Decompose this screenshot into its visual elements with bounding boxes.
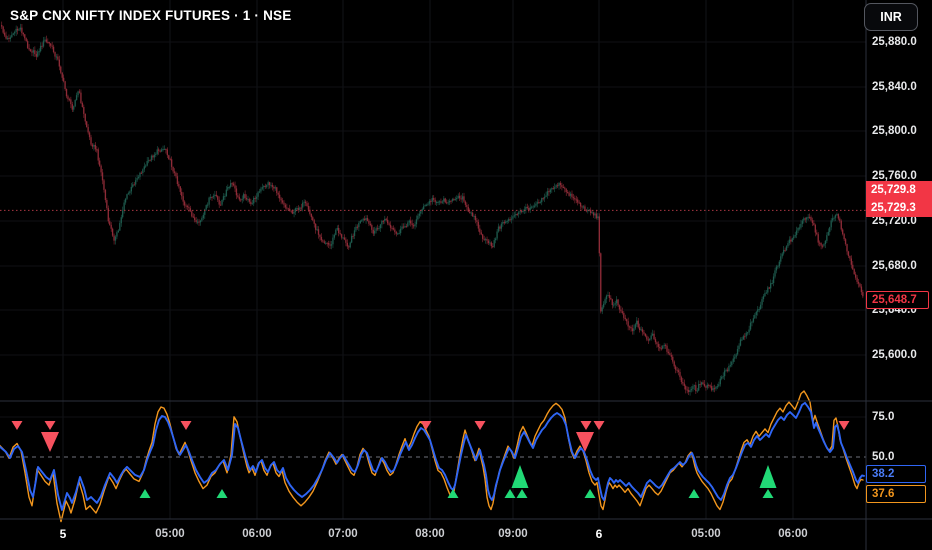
buy-marker [216,489,228,498]
buy-marker [504,489,516,498]
sell-marker [44,421,56,430]
candlestick-layer [1,21,864,396]
sell-marker [474,421,486,430]
symbol-title[interactable]: S&P CNX NIFTY INDEX FUTURES · 1 · NSE [10,8,291,23]
chart-canvas[interactable] [0,0,932,550]
time-axis-label: 05:00 [155,528,185,540]
buy-marker [511,465,529,488]
currency-button[interactable]: INR [864,3,918,31]
time-axis-label: 06:00 [778,528,808,540]
sell-marker [580,421,592,430]
rsi-value-tag: 38.2 [866,465,926,483]
sell-marker [41,432,59,452]
time-axis-label: 09:00 [498,528,528,540]
rsi-ma-value-tag: 37.6 [866,485,926,503]
rsi-ma-line [0,390,864,523]
time-axis[interactable]: 5 05:00 06:00 07:00 08:00 09:00 6 05:00 06:00 [0,519,932,550]
price-axis-label: 25,880.0 [872,36,917,48]
last-price-tag: 25,648.7 [866,291,929,309]
price-axis-label: 25,800.0 [872,125,917,137]
price-axis-label: 25,840.0 [872,81,917,93]
buy-marker [688,489,700,498]
sell-marker [11,421,23,430]
chart-window: S&P CNX NIFTY INDEX FUTURES · 1 · NSE IN… [0,0,932,550]
buy-marker [762,489,774,498]
indicator-axis-label: 75.0 [872,411,895,423]
buy-marker [759,465,777,488]
sell-marker [838,421,850,430]
price-axis[interactable]: 25,729.8 25,729.3 25,648.7 38.2 37.6 25,… [866,0,932,519]
time-axis-label: 05:00 [691,528,721,540]
time-axis-label: 07:00 [328,528,358,540]
buy-marker [516,489,528,498]
time-axis-label: 08:00 [415,528,445,540]
rsi-line [0,401,865,511]
buy-marker [139,489,151,498]
time-axis-label: 5 [59,527,67,541]
sell-marker [180,421,192,430]
sell-marker [593,421,605,430]
bid-price-tag: 25,729.8 [866,181,932,199]
ask-price-tag: 25,729.3 [866,199,932,217]
grid-layer [0,0,866,519]
time-axis-label: 6 [595,527,603,541]
time-axis-label: 06:00 [242,528,272,540]
price-axis-label: 25,600.0 [872,349,917,361]
indicator-axis-label: 50.0 [872,451,895,463]
buy-marker [584,489,596,498]
price-axis-label: 25,680.0 [872,260,917,272]
